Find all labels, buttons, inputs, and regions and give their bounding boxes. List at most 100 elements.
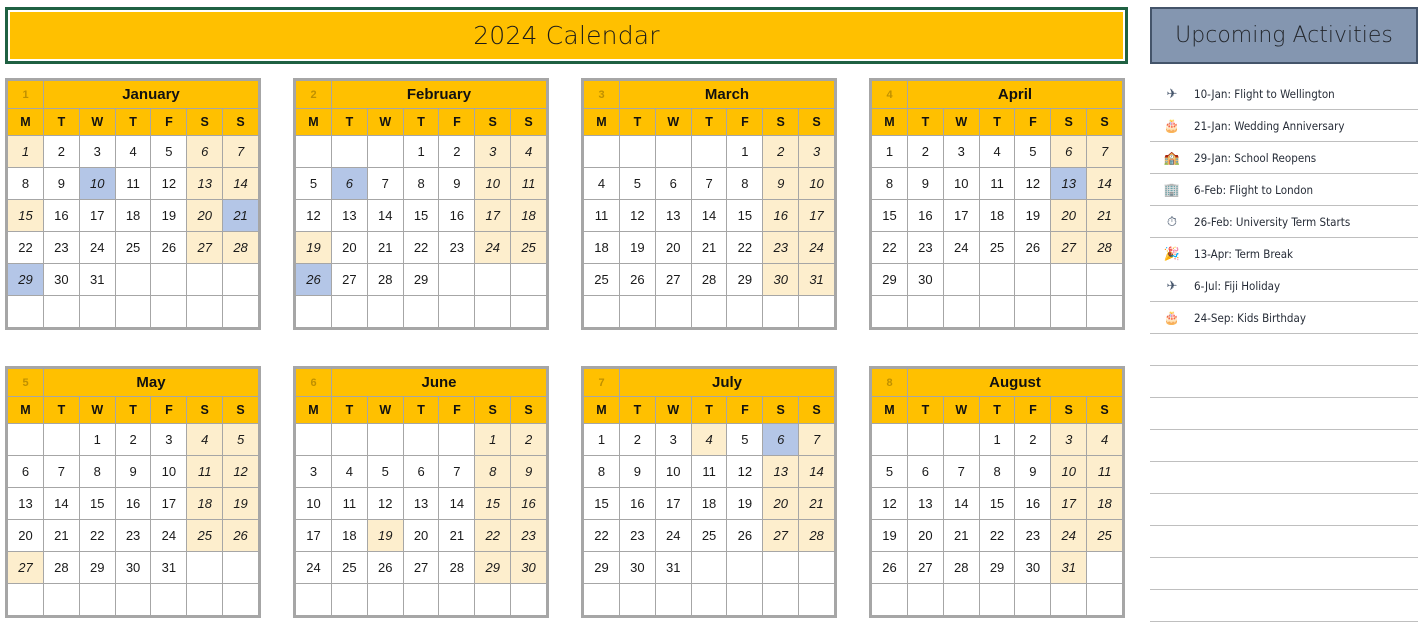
day-cell[interactable]: 26 [150, 231, 188, 264]
day-cell[interactable]: 3 [295, 455, 332, 488]
day-cell[interactable]: 22 [474, 519, 512, 552]
day-cell[interactable]: 18 [510, 199, 547, 232]
day-cell[interactable]: 21 [438, 519, 476, 552]
day-cell[interactable]: 14 [1086, 167, 1123, 200]
day-cell[interactable]: 29 [402, 263, 440, 296]
day-cell[interactable]: 21 [1086, 199, 1123, 232]
day-cell[interactable]: 5 [222, 423, 259, 456]
day-cell[interactable]: 27 [186, 231, 224, 264]
day-cell[interactable]: 9 [114, 455, 152, 488]
day-cell[interactable]: 16 [43, 199, 80, 232]
activity-row-empty[interactable] [1150, 398, 1418, 430]
day-cell[interactable]: 29 [474, 551, 512, 584]
day-cell[interactable]: 22 [7, 231, 44, 264]
day-cell[interactable]: 7 [222, 135, 259, 168]
day-cell[interactable]: 24 [474, 231, 512, 264]
day-cell[interactable]: 9 [1014, 455, 1052, 488]
day-cell[interactable]: 19 [726, 487, 764, 520]
day-cell[interactable]: 17 [942, 199, 980, 232]
day-cell[interactable]: 30 [907, 263, 944, 296]
day-cell[interactable]: 4 [583, 167, 620, 200]
day-cell[interactable]: 2 [114, 423, 152, 456]
day-cell[interactable]: 8 [978, 455, 1016, 488]
day-cell[interactable]: 11 [1086, 455, 1123, 488]
day-cell[interactable]: 11 [186, 455, 224, 488]
day-cell[interactable]: 25 [583, 263, 620, 296]
day-cell[interactable]: 15 [871, 199, 908, 232]
day-cell[interactable]: 25 [690, 519, 728, 552]
activity-row-empty[interactable] [1150, 366, 1418, 398]
day-cell[interactable]: 24 [150, 519, 188, 552]
activity-row[interactable]: ✈ 6-Jul: Fiji Holiday [1150, 270, 1418, 302]
day-cell[interactable]: 17 [798, 199, 835, 232]
day-cell[interactable]: 8 [871, 167, 908, 200]
day-cell[interactable]: 17 [150, 487, 188, 520]
day-cell[interactable]: 13 [402, 487, 440, 520]
day-cell[interactable]: 20 [7, 519, 44, 552]
day-cell[interactable]: 2 [43, 135, 80, 168]
day-cell[interactable]: 3 [1050, 423, 1088, 456]
day-cell[interactable]: 30 [43, 263, 80, 296]
day-cell[interactable]: 10 [1050, 455, 1088, 488]
day-cell[interactable]: 25 [186, 519, 224, 552]
day-cell[interactable]: 12 [366, 487, 404, 520]
day-cell[interactable]: 19 [222, 487, 259, 520]
day-cell[interactable]: 23 [510, 519, 547, 552]
day-cell[interactable]: 23 [438, 231, 476, 264]
day-cell[interactable]: 13 [762, 455, 800, 488]
day-cell[interactable]: 20 [654, 231, 692, 264]
day-cell[interactable]: 16 [438, 199, 476, 232]
day-cell[interactable]: 6 [7, 455, 44, 488]
day-cell[interactable]: 22 [978, 519, 1016, 552]
day-cell[interactable]: 27 [762, 519, 800, 552]
day-cell[interactable]: 23 [907, 231, 944, 264]
day-cell[interactable]: 4 [690, 423, 728, 456]
day-cell[interactable]: 12 [619, 199, 656, 232]
day-cell[interactable]: 16 [762, 199, 800, 232]
day-cell[interactable]: 10 [295, 487, 332, 520]
day-cell[interactable]: 20 [907, 519, 944, 552]
day-cell[interactable]: 14 [366, 199, 404, 232]
day-cell[interactable]: 4 [186, 423, 224, 456]
day-cell[interactable]: 3 [474, 135, 512, 168]
day-cell[interactable]: 26 [222, 519, 259, 552]
day-cell[interactable]: 25 [510, 231, 547, 264]
day-cell[interactable]: 19 [295, 231, 332, 264]
day-cell[interactable]: 21 [690, 231, 728, 264]
day-cell[interactable]: 7 [690, 167, 728, 200]
day-cell[interactable]: 13 [7, 487, 44, 520]
day-cell[interactable]: 18 [690, 487, 728, 520]
day-cell[interactable]: 30 [762, 263, 800, 296]
day-cell[interactable]: 7 [1086, 135, 1123, 168]
day-cell[interactable]: 15 [402, 199, 440, 232]
day-cell[interactable]: 16 [114, 487, 152, 520]
day-cell[interactable]: 2 [619, 423, 656, 456]
day-cell[interactable]: 10 [78, 167, 116, 200]
day-cell[interactable]: 16 [510, 487, 547, 520]
day-cell[interactable]: 22 [726, 231, 764, 264]
activity-row-empty[interactable] [1150, 526, 1418, 558]
day-cell[interactable]: 24 [78, 231, 116, 264]
day-cell[interactable]: 9 [907, 167, 944, 200]
day-cell[interactable]: 1 [474, 423, 512, 456]
day-cell[interactable]: 28 [690, 263, 728, 296]
day-cell[interactable]: 21 [942, 519, 980, 552]
day-cell[interactable]: 30 [1014, 551, 1052, 584]
day-cell[interactable]: 29 [7, 263, 44, 296]
day-cell[interactable]: 7 [366, 167, 404, 200]
day-cell[interactable]: 6 [186, 135, 224, 168]
day-cell[interactable]: 5 [366, 455, 404, 488]
day-cell[interactable]: 21 [222, 199, 259, 232]
day-cell[interactable]: 26 [366, 551, 404, 584]
day-cell[interactable]: 16 [1014, 487, 1052, 520]
day-cell[interactable]: 18 [331, 519, 368, 552]
day-cell[interactable]: 15 [78, 487, 116, 520]
day-cell[interactable]: 28 [1086, 231, 1123, 264]
day-cell[interactable]: 21 [366, 231, 404, 264]
activity-row[interactable]: 🏢 6-Feb: Flight to London [1150, 174, 1418, 206]
day-cell[interactable]: 14 [43, 487, 80, 520]
day-cell[interactable]: 4 [1086, 423, 1123, 456]
day-cell[interactable]: 8 [7, 167, 44, 200]
day-cell[interactable]: 9 [438, 167, 476, 200]
day-cell[interactable]: 10 [942, 167, 980, 200]
